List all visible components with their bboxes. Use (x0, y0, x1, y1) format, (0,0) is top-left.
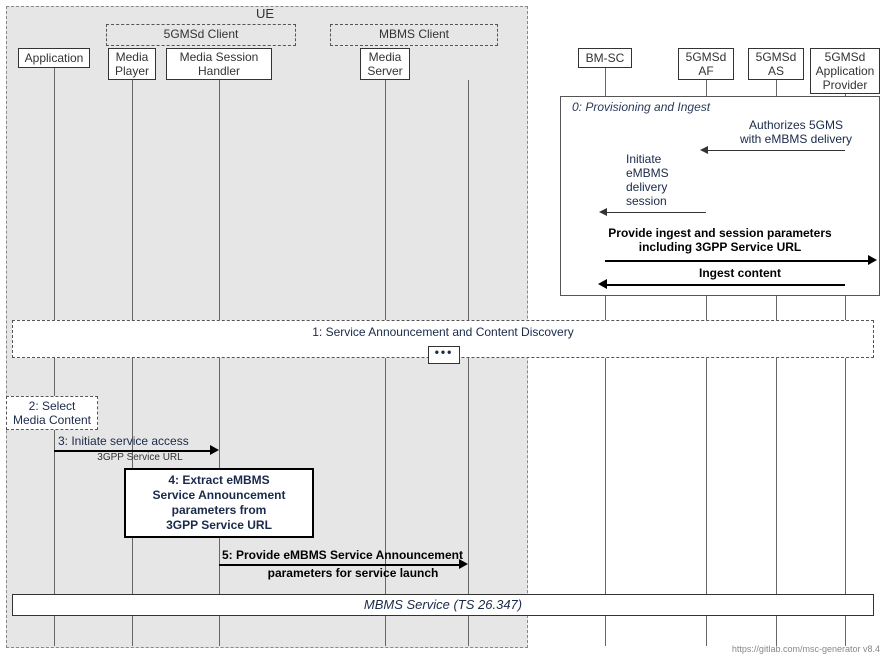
mbms-service-box: MBMS Service (TS 26.347) (12, 594, 874, 616)
msg-initiate-access-sub: 3GPP Service URL (70, 452, 210, 463)
msg-authorize-line (706, 150, 845, 151)
msg-ingest-content-arrow (598, 279, 607, 289)
msg-ingest-content-line (605, 284, 845, 286)
mbms-service-label: MBMS Service (TS 26.347) (364, 597, 522, 612)
participant-bm-sc: BM-SC (578, 48, 632, 68)
participant-bm-sc-label: BM-SC (586, 51, 625, 65)
msg-provide-ingest-line (605, 260, 873, 262)
msg-authorize-label: Authorizes 5GMS with eMBMS delivery (716, 118, 876, 146)
msg-ingest-content-label: Ingest content (640, 266, 840, 280)
msg-initiate-embms-line (605, 212, 706, 213)
msg-provide-ingest-label: Provide ingest and session parameters in… (565, 226, 875, 254)
note-extract: 4: Extract eMBMS Service Announcement pa… (124, 468, 314, 538)
mbms-client-group: MBMS Client (330, 24, 498, 46)
select-media-box: 2: Select Media Content (6, 396, 98, 430)
msg-authorize-arrow (700, 146, 708, 154)
participant-media-server: Media Server (360, 48, 410, 80)
participant-media-player: Media Player (108, 48, 156, 80)
participant-provider: 5GMSd Application Provider (810, 48, 880, 94)
participant-media-session-handler: Media Session Handler (166, 48, 272, 80)
msg-initiate-embms-label: Initiate eMBMS delivery session (626, 152, 696, 208)
participant-media-player-label: Media Player (115, 50, 149, 78)
fivegmsd-client-label: 5GMSd Client (164, 27, 239, 41)
msg-provide-ingest-arrow (868, 255, 877, 265)
participant-af: 5GMSd AF (678, 48, 734, 80)
ellipsis-icon: ••• (428, 346, 460, 364)
participant-media-server-label: Media Server (367, 50, 402, 78)
fivegmsd-client-group: 5GMSd Client (106, 24, 296, 46)
msg-initiate-access-arrow (210, 445, 219, 455)
participant-media-session-handler-label: Media Session Handler (180, 50, 259, 78)
msg-provide-params-label-2: parameters for service launch (240, 566, 466, 580)
ue-label: UE (10, 6, 520, 21)
participant-af-label: 5GMSd AF (686, 50, 727, 78)
participant-application-label: Application (25, 51, 84, 65)
participant-application: Application (18, 48, 90, 68)
select-media-label: 2: Select Media Content (13, 399, 91, 427)
participant-as: 5GMSd AS (748, 48, 804, 80)
msg-initiate-access-label: 3: Initiate service access (58, 434, 228, 448)
msg-provide-params-label-1: 5: Provide eMBMS Service Announcement (222, 548, 482, 562)
sequence-diagram: UE 5GMSd Client MBMS Client Application … (0, 0, 886, 656)
mbms-client-label: MBMS Client (379, 27, 449, 41)
announcement-label: 1: Service Announcement and Content Disc… (312, 325, 573, 339)
note-extract-label: 4: Extract eMBMS Service Announcement pa… (153, 473, 286, 533)
lifeline-media-session-handler (219, 80, 220, 646)
msg-initiate-embms-arrow (599, 208, 607, 216)
lifeline-media-player (132, 80, 133, 646)
footer-credit: https://gitlab.com/msc-generator v8.4 (732, 644, 880, 654)
participant-provider-label: 5GMSd Application Provider (816, 50, 875, 92)
frame-provisioning-label: 0: Provisioning and Ingest (572, 100, 710, 114)
participant-as-label: 5GMSd AS (756, 50, 797, 78)
